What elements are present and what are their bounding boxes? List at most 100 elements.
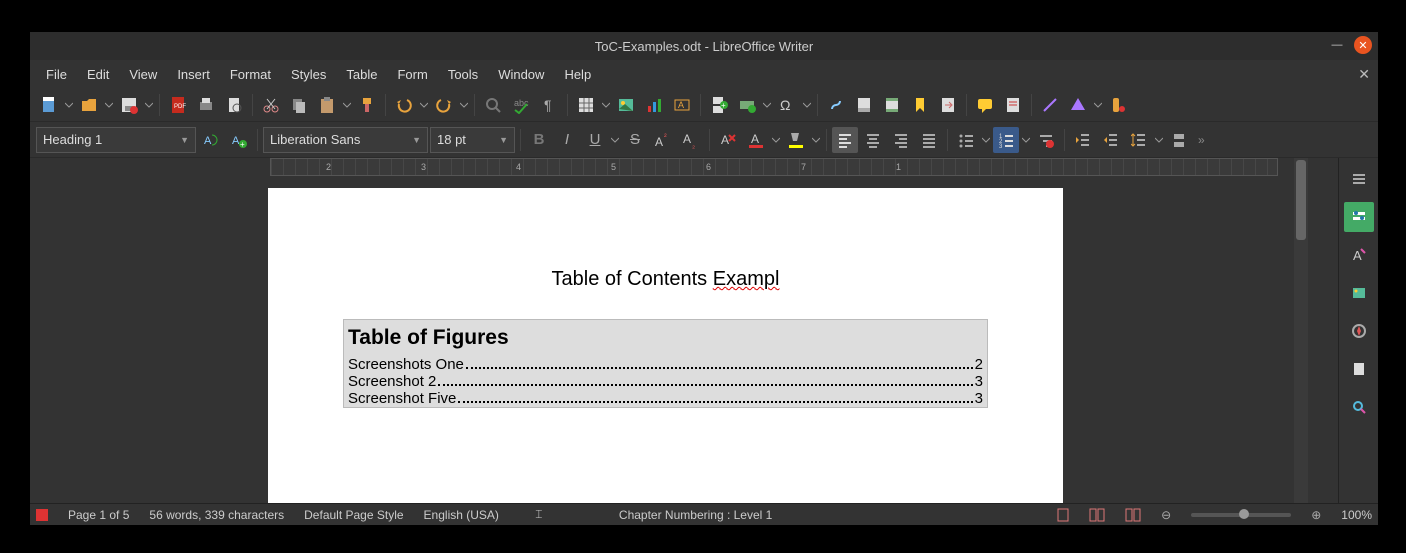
number-list-icon[interactable]: 123 — [993, 127, 1019, 153]
menu-tools[interactable]: Tools — [438, 63, 488, 86]
highlight-color-icon[interactable] — [783, 127, 809, 153]
menu-window[interactable]: Window — [488, 63, 554, 86]
status-insert-mode[interactable]: ⌶ — [519, 507, 559, 522]
copy-icon[interactable] — [286, 92, 312, 118]
toc-entry[interactable]: Screenshots One 2 — [344, 356, 987, 373]
status-language[interactable]: English (USA) — [424, 508, 499, 522]
dropdown-caret-icon[interactable] — [64, 92, 74, 118]
dropdown-caret-icon[interactable] — [419, 92, 429, 118]
menu-table[interactable]: Table — [336, 63, 387, 86]
insert-chart-icon[interactable] — [641, 92, 667, 118]
pdf-export-icon[interactable]: PDF — [165, 92, 191, 118]
sidebar-style-inspector-icon[interactable] — [1344, 392, 1374, 422]
font-name-select[interactable]: Liberation Sans ▼ — [263, 127, 428, 153]
decrease-indent-icon[interactable] — [1098, 127, 1124, 153]
status-outline[interactable]: Chapter Numbering : Level 1 — [619, 508, 772, 522]
align-right-icon[interactable] — [888, 127, 914, 153]
view-multi-page-icon[interactable] — [1089, 508, 1105, 522]
undo-icon[interactable] — [391, 92, 417, 118]
dropdown-caret-icon[interactable] — [802, 92, 812, 118]
close-document-button[interactable]: ✕ — [1358, 66, 1370, 83]
underline-button[interactable]: U — [582, 127, 608, 153]
minimize-button[interactable]: — — [1328, 36, 1346, 54]
new-style-icon[interactable]: A+ — [226, 127, 252, 153]
paste-icon[interactable] — [314, 92, 340, 118]
dropdown-caret-icon[interactable] — [1093, 92, 1103, 118]
sidebar-navigator-icon[interactable] — [1344, 316, 1374, 346]
close-window-button[interactable]: ✕ — [1354, 36, 1372, 54]
document-view[interactable]: 2 3 4 5 6 7 1 Table of Contents Exampl T… — [30, 158, 1338, 503]
font-size-select[interactable]: 18 pt ▼ — [430, 127, 515, 153]
document-page[interactable]: Table of Contents Exampl Table of Figure… — [268, 188, 1063, 503]
insert-header-footer-icon[interactable] — [879, 92, 905, 118]
sidebar-page-icon[interactable] — [1344, 354, 1374, 384]
scrollbar-thumb[interactable] — [1296, 160, 1306, 240]
subscript-button[interactable]: A₂ — [678, 127, 704, 153]
menu-file[interactable]: File — [36, 63, 77, 86]
table-of-figures[interactable]: Table of Figures Screenshots One 2 Scree… — [343, 319, 988, 408]
view-book-icon[interactable] — [1125, 508, 1141, 522]
dropdown-caret-icon[interactable] — [104, 92, 114, 118]
menu-view[interactable]: View — [119, 63, 167, 86]
view-single-page-icon[interactable] — [1057, 508, 1069, 522]
menu-styles[interactable]: Styles — [281, 63, 336, 86]
new-doc-icon[interactable] — [36, 92, 62, 118]
font-color-icon[interactable]: A — [743, 127, 769, 153]
dropdown-caret-icon[interactable] — [601, 92, 611, 118]
dropdown-caret-icon[interactable] — [459, 92, 469, 118]
dropdown-caret-icon[interactable] — [144, 92, 154, 118]
menu-form[interactable]: Form — [387, 63, 437, 86]
status-page[interactable]: Page 1 of 5 — [68, 508, 129, 522]
print-icon[interactable] — [193, 92, 219, 118]
status-page-style[interactable]: Default Page Style — [304, 508, 403, 522]
zoom-value[interactable]: 100% — [1341, 508, 1372, 522]
superscript-button[interactable]: A² — [650, 127, 676, 153]
menu-format[interactable]: Format — [220, 63, 281, 86]
insert-comment-icon[interactable] — [972, 92, 998, 118]
toc-entry[interactable]: Screenshot 2 3 — [344, 373, 987, 390]
insert-line-icon[interactable] — [1037, 92, 1063, 118]
outline-list-icon[interactable] — [1033, 127, 1059, 153]
sidebar-properties-icon[interactable] — [1344, 202, 1374, 232]
save-icon[interactable] — [116, 92, 142, 118]
sidebar-styles-icon[interactable]: A — [1344, 240, 1374, 270]
dropdown-caret-icon[interactable] — [811, 127, 821, 153]
insert-hyperlink-icon[interactable] — [823, 92, 849, 118]
page-title[interactable]: Table of Contents Exampl — [343, 268, 988, 291]
dropdown-caret-icon[interactable] — [771, 127, 781, 153]
italic-button[interactable]: I — [554, 127, 580, 153]
menu-edit[interactable]: Edit — [77, 63, 119, 86]
sidebar-gallery-icon[interactable] — [1344, 278, 1374, 308]
draw-functions-icon[interactable] — [1105, 92, 1131, 118]
insert-cross-ref-icon[interactable] — [935, 92, 961, 118]
sidebar-menu-icon[interactable] — [1344, 164, 1374, 194]
bold-button[interactable]: B — [526, 127, 552, 153]
insert-page-break-icon[interactable]: + — [706, 92, 732, 118]
cut-icon[interactable] — [258, 92, 284, 118]
para-spacing-icon[interactable] — [1166, 127, 1192, 153]
dropdown-caret-icon[interactable] — [1154, 127, 1164, 153]
strikethrough-button[interactable]: S — [622, 127, 648, 153]
toc-entry[interactable]: Screenshot Five 3 — [344, 390, 987, 407]
line-spacing-icon[interactable] — [1126, 127, 1152, 153]
formatting-marks-icon[interactable]: ¶ — [536, 92, 562, 118]
paragraph-style-select[interactable]: Heading 1 ▼ — [36, 127, 196, 153]
increase-indent-icon[interactable] — [1070, 127, 1096, 153]
align-justify-icon[interactable] — [916, 127, 942, 153]
clear-formatting-icon[interactable]: A — [715, 127, 741, 153]
toolbar-overflow-icon[interactable]: » — [1194, 133, 1209, 147]
dropdown-caret-icon[interactable] — [342, 92, 352, 118]
zoom-slider-knob[interactable] — [1239, 509, 1249, 519]
dropdown-caret-icon[interactable] — [762, 92, 772, 118]
dropdown-caret-icon[interactable] — [981, 127, 991, 153]
vertical-scrollbar[interactable] — [1294, 158, 1308, 503]
spellcheck-icon[interactable]: abc — [508, 92, 534, 118]
zoom-slider[interactable] — [1191, 513, 1291, 517]
insert-footnote-icon[interactable] — [851, 92, 877, 118]
zoom-in-button[interactable]: ⊕ — [1311, 508, 1321, 522]
insert-bookmark-icon[interactable] — [907, 92, 933, 118]
basic-shapes-icon[interactable] — [1065, 92, 1091, 118]
save-indicator-icon[interactable] — [36, 509, 48, 521]
dropdown-caret-icon[interactable] — [610, 127, 620, 153]
menu-help[interactable]: Help — [554, 63, 601, 86]
